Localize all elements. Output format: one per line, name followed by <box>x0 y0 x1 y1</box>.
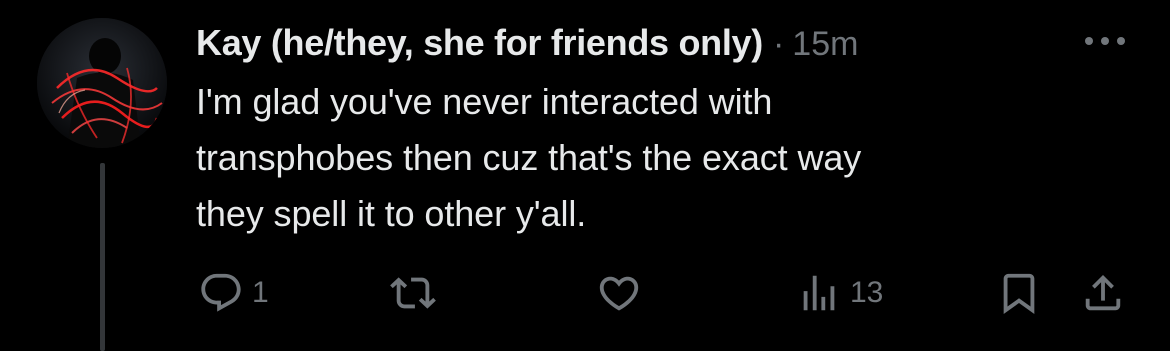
avatar[interactable] <box>37 18 167 148</box>
bookmark-icon <box>1003 273 1035 314</box>
views-count: 13 <box>850 276 884 309</box>
views-bar-chart-icon <box>803 275 835 311</box>
reply-bubble-icon <box>201 273 241 312</box>
display-name[interactable]: Kay (he/they, she for friends only) <box>196 22 763 64</box>
like-button[interactable] <box>596 268 642 318</box>
timestamp[interactable]: 15m <box>792 25 858 64</box>
retweet-icon <box>390 277 436 309</box>
tweet-text-line: they spell it to other y'all. <box>196 193 587 234</box>
bookmark-button[interactable] <box>996 268 1042 318</box>
tweet-header: Kay (he/they, she for friends only) · 15… <box>196 22 858 70</box>
more-button[interactable] <box>1080 26 1130 56</box>
tweet-text-line: transphobes then cuz that's the exact wa… <box>196 137 862 178</box>
reply-count: 1 <box>252 276 269 309</box>
tweet-text: I'm glad you've never interacted with tr… <box>196 74 1096 242</box>
header-separator: · <box>772 25 785 63</box>
views-button[interactable]: 13 <box>796 268 883 318</box>
share-upload-icon <box>1085 274 1121 311</box>
share-button[interactable] <box>1080 268 1126 318</box>
tweet[interactable]: Kay (he/they, she for friends only) · 15… <box>0 0 1170 351</box>
more-dots-icon <box>1085 37 1125 45</box>
avatar-image <box>37 18 167 148</box>
thread-line <box>100 163 105 351</box>
heart-icon <box>599 276 639 311</box>
reply-button[interactable]: 1 <box>198 268 269 318</box>
retweet-button[interactable] <box>390 268 436 318</box>
tweet-text-line: I'm glad you've never interacted with <box>196 81 773 122</box>
